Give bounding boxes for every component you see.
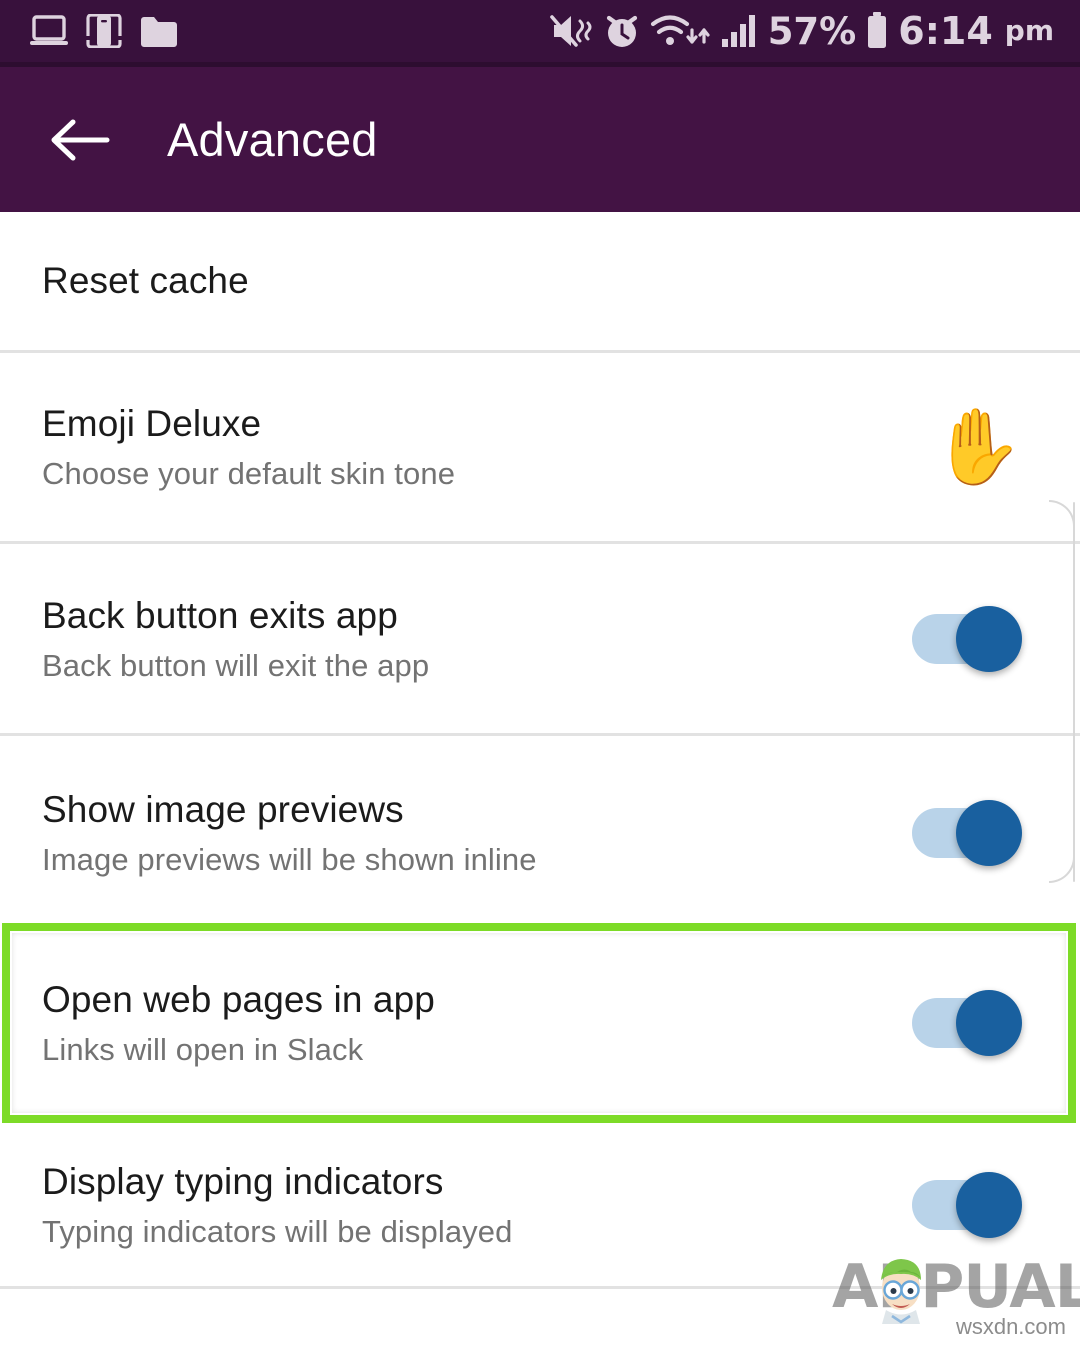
setting-subtitle: Typing indicators will be displayed: [42, 1213, 513, 1249]
highlighted-setting-wrap: Open web pages in app Links will open in…: [0, 923, 1080, 1123]
battery-percent-label: 57%: [767, 9, 857, 53]
clock-label: 6:14: [898, 9, 993, 53]
setting-subtitle: Back button will exit the app: [42, 647, 430, 683]
divider: [0, 1286, 1080, 1289]
setting-subtitle: Links will open in Slack: [42, 1032, 364, 1067]
toggle-thumb: [956, 990, 1022, 1056]
wifi-data-icon: [650, 15, 710, 45]
setting-title: Open web pages in app: [42, 979, 435, 1021]
app-bar: Advanced: [0, 67, 1080, 212]
setting-title: Back button exits app: [42, 594, 398, 636]
phone-screen: 57% 6:14 pm Advanced Reset cache Emoji D…: [0, 0, 1080, 1346]
toggle-back-button-exits-app[interactable]: [912, 605, 1032, 672]
setting-row-back-button-exits-app[interactable]: Back button exits app Back button will e…: [0, 544, 1080, 733]
setting-title: Emoji Deluxe: [42, 403, 262, 445]
setting-title: Reset cache: [42, 260, 249, 302]
row-texts: Reset cache: [42, 259, 249, 303]
status-bar: 57% 6:14 pm: [0, 0, 1080, 62]
status-bar-left-icons: [30, 14, 178, 48]
battery-icon: [868, 12, 887, 48]
setting-row-emoji-deluxe[interactable]: Emoji Deluxe Choose your default skin to…: [0, 353, 1080, 541]
row-texts: Show image previews Image previews will …: [42, 788, 537, 877]
folder-icon: [141, 16, 177, 47]
toggle-thumb: [956, 605, 1022, 672]
setting-subtitle: Image previews will be shown inline: [42, 841, 537, 877]
setting-title: Show image previews: [42, 788, 404, 830]
scrollbar-track[interactable]: [1073, 502, 1075, 882]
row-texts: Back button exits app Back button will e…: [42, 594, 429, 683]
setting-row-display-typing-indicators[interactable]: Display typing indicators Typing indicat…: [0, 1123, 1080, 1286]
toggle-thumb: [956, 799, 1022, 866]
page-title: Advanced: [167, 113, 378, 166]
raised-hand-emoji[interactable]: ✋: [932, 410, 1024, 484]
mute-vibrate-icon: [549, 15, 592, 47]
toggle-thumb: [956, 1171, 1022, 1238]
toggle-display-typing-indicators[interactable]: [912, 1171, 1032, 1238]
alarm-clock-icon: [606, 15, 637, 47]
setting-row-show-image-previews[interactable]: Show image previews Image previews will …: [0, 742, 1080, 923]
row-texts: Open web pages in app Links will open in…: [42, 978, 435, 1067]
back-button[interactable]: [32, 92, 128, 188]
settings-list[interactable]: Reset cache Emoji Deluxe Choose your def…: [0, 212, 1080, 1346]
setting-subtitle: Choose your default skin tone: [42, 456, 456, 491]
setting-title: Display typing indicators: [42, 1160, 444, 1202]
toggle-open-web-pages-in-app[interactable]: [912, 990, 1032, 1056]
phone-cast-icon: [84, 14, 124, 48]
row-texts: Display typing indicators Typing indicat…: [42, 1160, 512, 1249]
back-arrow-icon: [51, 119, 110, 160]
toggle-show-image-previews[interactable]: [912, 799, 1032, 866]
status-bar-right-icons: 57% 6:14 pm: [549, 9, 1054, 53]
row-texts: Emoji Deluxe Choose your default skin to…: [42, 402, 455, 491]
clock-meridiem-label: pm: [1004, 14, 1054, 47]
signal-bars-icon: [721, 15, 755, 47]
setting-row-open-web-pages-in-app[interactable]: Open web pages in app Links will open in…: [0, 923, 1080, 1123]
laptop-icon: [30, 15, 68, 45]
setting-row-reset-cache[interactable]: Reset cache: [0, 212, 1080, 350]
